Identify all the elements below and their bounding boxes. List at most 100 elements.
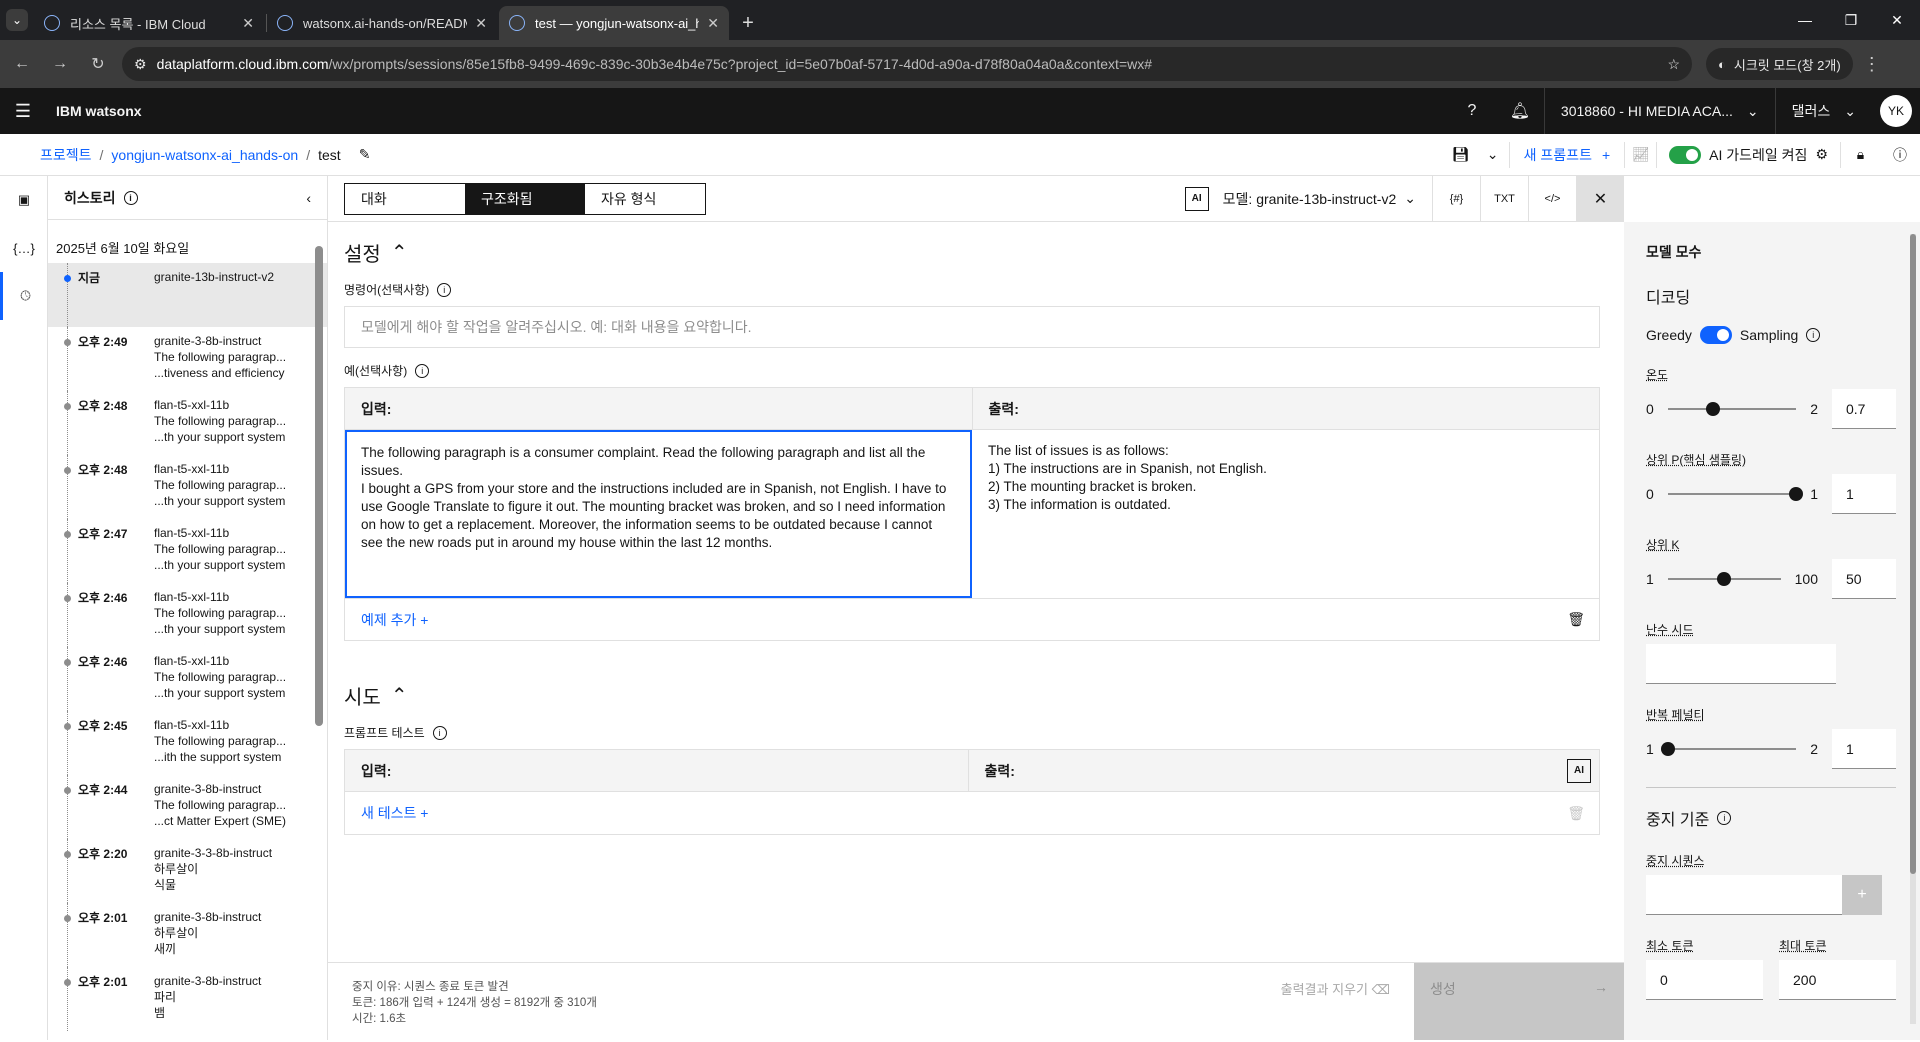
avatar[interactable]: YK bbox=[1880, 95, 1912, 127]
instruction-input[interactable]: 모델에게 해야 할 작업을 알려주십시오. 예: 대화 내용을 요약합니다. bbox=[344, 306, 1600, 348]
history-item[interactable]: 오후 2:48 flan-t5-xxl-11b The following para… bbox=[48, 455, 327, 519]
history-icon[interactable]: 🕓︎ bbox=[0, 272, 48, 320]
info-icon[interactable]: i bbox=[123, 190, 138, 205]
add-example-button[interactable]: 예제 추가 + bbox=[361, 610, 428, 630]
history-item[interactable]: 오후 2:20 granite-3-3-8b-instruct 하루살이 식물 bbox=[48, 839, 327, 903]
random-seed-input[interactable] bbox=[1646, 644, 1836, 684]
model-selector[interactable]: 모델: granite-13b-instruct-v2 ⌄ bbox=[1223, 189, 1416, 209]
history-item[interactable]: 오후 2:49 granite-3-8b-instruct The followin… bbox=[48, 327, 327, 391]
repetition-slider[interactable] bbox=[1660, 742, 1797, 756]
variables-icon[interactable]: {#} bbox=[1432, 175, 1480, 222]
minimize-icon[interactable]: — bbox=[1782, 0, 1828, 40]
history-item[interactable]: 오후 2:45 flan-t5-xxl-11b The following para… bbox=[48, 711, 327, 775]
tab-chat[interactable]: 대화 bbox=[345, 184, 465, 214]
trash-icon[interactable]: 🗑︎ bbox=[1567, 805, 1585, 822]
help-icon[interactable]: ? bbox=[1448, 88, 1496, 134]
forward-arrow-icon[interactable]: → bbox=[44, 48, 76, 80]
new-tab-button[interactable]: + bbox=[731, 6, 765, 40]
history-item[interactable]: 지금 granite-13b-instruct-v2 bbox=[48, 263, 327, 327]
close-window-icon[interactable]: ✕ bbox=[1874, 0, 1920, 40]
top-k-input[interactable]: 50 bbox=[1832, 559, 1896, 599]
temperature-input[interactable]: 0.7 bbox=[1832, 389, 1896, 429]
scrollbar-thumb[interactable] bbox=[315, 246, 323, 726]
slider-handle[interactable] bbox=[1660, 742, 1675, 756]
example-output-field[interactable]: The list of issues is as follows: 1) The… bbox=[972, 430, 1599, 598]
browser-tab-github[interactable]: watsonx.ai-hands-on/README ✕ bbox=[267, 6, 497, 40]
history-item[interactable]: 오후 2:01 granite-3-8b-instruct 파리 뱀 bbox=[48, 967, 327, 1031]
info-icon[interactable]: i bbox=[437, 282, 452, 297]
scrollbar-thumb[interactable] bbox=[1910, 234, 1916, 874]
setup-section-title[interactable]: 설정 ⌃ bbox=[344, 238, 1600, 267]
trash-icon[interactable]: 🗑︎ bbox=[1567, 611, 1585, 628]
collapse-icon[interactable]: ‹ bbox=[306, 190, 311, 206]
variables-icon[interactable]: {…} bbox=[0, 224, 48, 272]
tab-structured[interactable]: 구조화됨 bbox=[465, 183, 585, 214]
ai-guardrail-toggle[interactable]: AI 가드레일 켜짐 ⚙ bbox=[1656, 141, 1840, 168]
new-prompt-button[interactable]: 새 프롬프트 + bbox=[1508, 141, 1624, 168]
back-arrow-icon[interactable]: ← bbox=[6, 48, 38, 80]
top-p-input[interactable]: 1 bbox=[1832, 474, 1896, 514]
tab-search-button[interactable]: ⌄ bbox=[0, 3, 34, 37]
app-brand[interactable]: IBM watsonx bbox=[56, 103, 142, 119]
info-icon[interactable]: i bbox=[432, 725, 447, 740]
history-item[interactable]: 오후 2:46 flan-t5-xxl-11b The following para… bbox=[48, 647, 327, 711]
slider-handle[interactable] bbox=[1705, 402, 1720, 416]
close-icon[interactable]: ✕ bbox=[242, 15, 254, 32]
chart-icon[interactable]: 📈︎ bbox=[1624, 141, 1656, 168]
try-section-title[interactable]: 시도 ⌃ bbox=[344, 681, 1600, 710]
info-icon[interactable]: i bbox=[1806, 328, 1821, 342]
slider-handle[interactable] bbox=[1789, 487, 1804, 501]
info-icon[interactable]: i bbox=[415, 363, 430, 378]
text-view-icon[interactable]: TXT bbox=[1480, 175, 1528, 222]
generate-button[interactable]: 생성 → bbox=[1414, 963, 1624, 1040]
account-switcher[interactable]: 3018860 - HI MEDIA ACA... ⌄ bbox=[1543, 88, 1775, 134]
browser-tab-watsonx[interactable]: test — yongjun-watsonx-ai_ha ✕ bbox=[499, 6, 729, 40]
top-k-slider[interactable] bbox=[1667, 572, 1781, 586]
max-tokens-input[interactable]: 200 bbox=[1779, 960, 1896, 1000]
history-item[interactable]: 오후 2:01 granite-3-8b-instruct 하루살이 새끼 bbox=[48, 903, 327, 967]
guardrail-switch[interactable] bbox=[1669, 145, 1702, 164]
top-p-slider[interactable] bbox=[1667, 487, 1804, 501]
bookmark-star-icon[interactable]: ☆ bbox=[1667, 56, 1680, 73]
slider-handle[interactable] bbox=[1717, 572, 1732, 586]
min-tokens-input[interactable]: 0 bbox=[1646, 960, 1763, 1000]
notification-bell-icon[interactable]: 🔔︎ bbox=[1496, 88, 1544, 134]
code-view-icon[interactable]: </> bbox=[1528, 175, 1576, 222]
gear-icon[interactable]: ⚙ bbox=[1815, 146, 1828, 163]
new-test-button[interactable]: 새 테스트 + bbox=[361, 803, 428, 823]
region-switcher[interactable]: 댈러스 ⌄ bbox=[1774, 88, 1872, 134]
lock-icon[interactable]: 🔒︎ bbox=[1840, 141, 1880, 168]
info-icon[interactable]: i bbox=[1717, 811, 1732, 825]
breadcrumb-project-link[interactable]: yongjun-watsonx-ai_hands-on bbox=[111, 147, 298, 163]
history-item[interactable]: 오후 2:47 flan-t5-xxl-11b The following para… bbox=[48, 519, 327, 583]
params-scrollbar[interactable] bbox=[1910, 234, 1916, 1024]
temperature-slider[interactable] bbox=[1667, 402, 1797, 416]
history-item[interactable]: 오후 2:46 flan-t5-xxl-11b The following para… bbox=[48, 583, 327, 647]
close-params-icon[interactable]: ✕ bbox=[1576, 175, 1624, 222]
save-icon[interactable]: 💾︎ bbox=[1445, 134, 1477, 176]
tab-freeform[interactable]: 자유 형식 bbox=[585, 184, 705, 214]
chevron-down-icon[interactable]: ⌄ bbox=[1477, 134, 1509, 176]
close-icon[interactable]: ✕ bbox=[475, 15, 487, 32]
info-icon[interactable]: ⓘ bbox=[1880, 134, 1920, 176]
browser-menu-icon[interactable]: ⋮ bbox=[1863, 54, 1881, 75]
decoding-switch[interactable] bbox=[1699, 326, 1732, 344]
restore-icon[interactable]: ❐ bbox=[1828, 0, 1874, 40]
history-scrollbar[interactable] bbox=[315, 228, 323, 1042]
breadcrumb-projects-link[interactable]: 프로젝트 bbox=[40, 145, 92, 165]
incognito-indicator[interactable]: ◐ 시크릿 모드(창 2개) bbox=[1706, 48, 1853, 80]
repetition-input[interactable]: 1 bbox=[1832, 729, 1896, 769]
ai-badge-icon[interactable]: AI bbox=[1567, 758, 1591, 783]
history-item[interactable]: 오후 2:48 flan-t5-xxl-11b The following para… bbox=[48, 391, 327, 455]
history-item[interactable]: 오후 2:44 granite-3-8b-instruct The followin… bbox=[48, 775, 327, 839]
add-stop-sequence-button[interactable]: + bbox=[1842, 875, 1882, 915]
stop-sequence-input[interactable] bbox=[1646, 875, 1842, 915]
clear-output-button[interactable]: 출력결과 지우기 ⌫ bbox=[1281, 963, 1390, 1040]
example-input-field[interactable]: The following paragraph is a consumer co… bbox=[345, 430, 972, 598]
site-info-icon[interactable]: ⚙ bbox=[134, 56, 147, 73]
url-bar[interactable]: ⚙ dataplatform.cloud.ibm.com/wx/prompts/… bbox=[122, 47, 1692, 81]
browser-tab-ibm-cloud[interactable]: 리소스 목록 - IBM Cloud ✕ bbox=[34, 6, 264, 40]
close-icon[interactable]: ✕ bbox=[707, 15, 719, 32]
edit-name-icon[interactable]: ✎ bbox=[359, 146, 371, 163]
hamburger-menu-icon[interactable]: ☰ bbox=[0, 88, 46, 134]
